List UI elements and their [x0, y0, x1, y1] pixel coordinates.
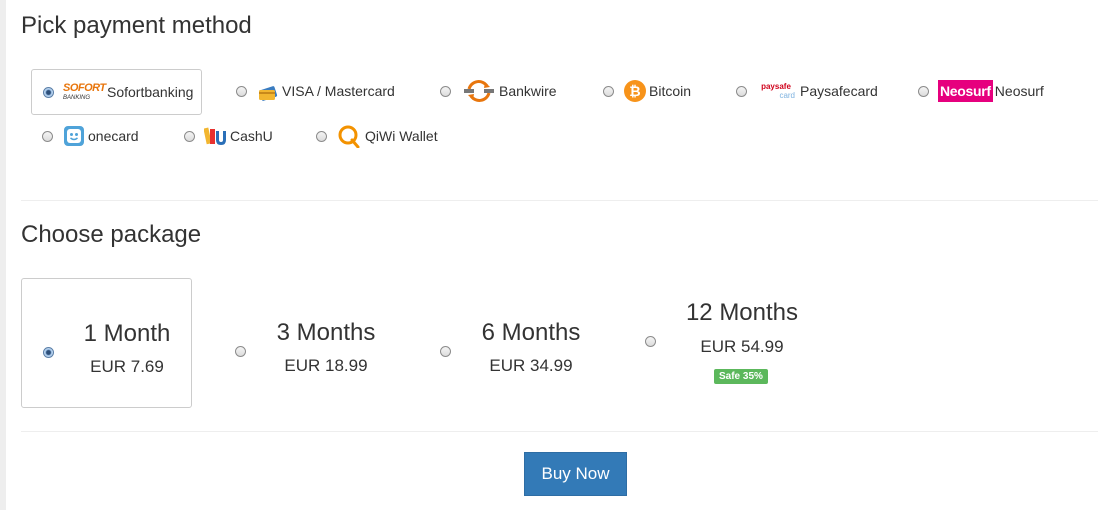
- payment-option-sofortbanking[interactable]: SOFORT BANKING Sofortbanking: [31, 69, 202, 115]
- payment-option-visa-mastercard[interactable]: VISA / Mastercard: [236, 69, 395, 113]
- payment-radio-visa-mastercard[interactable]: [236, 85, 247, 97]
- package-name: 3 Months: [276, 319, 376, 346]
- payment-label-qiwi-wallet: QiWi Wallet: [365, 128, 438, 144]
- payment-radio-cashu[interactable]: [184, 130, 195, 142]
- package-option-3-months[interactable]: 3 Months EUR 18.99: [231, 278, 401, 406]
- payment-option-paysafecard[interactable]: paysafe card Paysafecard: [736, 69, 878, 113]
- qiwi-icon: [337, 124, 361, 148]
- package-price: EUR 7.69: [90, 357, 164, 376]
- package-option-1-month[interactable]: 1 Month EUR 7.69: [21, 278, 192, 408]
- payment-label-paysafecard: Paysafecard: [800, 83, 878, 99]
- onecard-icon: [63, 125, 85, 147]
- payment-label-cashu: CashU: [230, 128, 273, 144]
- bitcoin-icon: ₿: [624, 80, 646, 102]
- cashu-icon: [204, 125, 228, 147]
- payment-label-sofortbanking: Sofortbanking: [107, 84, 194, 100]
- package-price: EUR 18.99: [284, 356, 368, 375]
- paysafecard-logo-icon: paysafe card: [761, 82, 795, 100]
- section-divider: [21, 200, 1098, 201]
- package-radio-3-months[interactable]: [235, 346, 246, 357]
- package-radio-6-months[interactable]: [440, 346, 451, 357]
- left-edge-bar: [0, 0, 6, 510]
- payment-radio-onecard[interactable]: [42, 130, 53, 142]
- package-name: 12 Months: [685, 299, 799, 326]
- section-divider: [21, 431, 1098, 432]
- package-radio-12-months[interactable]: [645, 336, 656, 347]
- payment-radio-sofortbanking[interactable]: [43, 86, 54, 98]
- payment-label-visa-mastercard: VISA / Mastercard: [282, 83, 395, 99]
- payment-label-bitcoin: Bitcoin: [649, 83, 692, 99]
- savings-badge: Safe 35%: [714, 369, 768, 384]
- bankwire-icon: [463, 78, 495, 104]
- buy-now-button[interactable]: Buy Now: [524, 452, 627, 496]
- sofort-logo-icon: SOFORT BANKING: [63, 82, 106, 101]
- payment-radio-bitcoin[interactable]: [603, 85, 614, 97]
- payment-option-bitcoin[interactable]: ₿ Bitcoin: [603, 69, 691, 113]
- payment-option-neosurf[interactable]: Neosurf Neosurf: [918, 69, 1044, 113]
- package-name: 6 Months: [481, 319, 581, 346]
- payment-option-cashu[interactable]: CashU: [184, 114, 273, 158]
- package-option-12-months[interactable]: 12 Months EUR 54.99 Safe 35%: [641, 278, 821, 406]
- package-price: EUR 34.99: [489, 356, 573, 375]
- payment-radio-bankwire[interactable]: [440, 85, 451, 97]
- package-heading: Choose package: [21, 221, 202, 248]
- payment-option-qiwi-wallet[interactable]: QiWi Wallet: [316, 114, 438, 158]
- payment-radio-paysafecard[interactable]: [736, 85, 747, 97]
- package-name: 1 Month: [83, 320, 171, 347]
- payment-radio-neosurf[interactable]: [918, 85, 929, 97]
- payment-option-bankwire[interactable]: Bankwire: [440, 69, 557, 113]
- package-price: EUR 54.99: [700, 337, 784, 356]
- neosurf-logo-icon: Neosurf: [938, 80, 993, 102]
- payment-option-onecard[interactable]: onecard: [42, 114, 139, 158]
- payment-label-neosurf: Neosurf: [994, 83, 1044, 99]
- credit-card-icon: [257, 80, 279, 102]
- payment-radio-qiwi-wallet[interactable]: [316, 130, 327, 142]
- package-radio-1-month[interactable]: [43, 347, 54, 358]
- package-option-6-months[interactable]: 6 Months EUR 34.99: [436, 278, 606, 406]
- payment-label-bankwire: Bankwire: [499, 83, 557, 99]
- checkout-panel: Pick payment method SOFORT BANKING Sofor…: [21, 0, 1098, 510]
- payment-heading: Pick payment method: [21, 12, 252, 39]
- payment-label-onecard: onecard: [88, 128, 139, 144]
